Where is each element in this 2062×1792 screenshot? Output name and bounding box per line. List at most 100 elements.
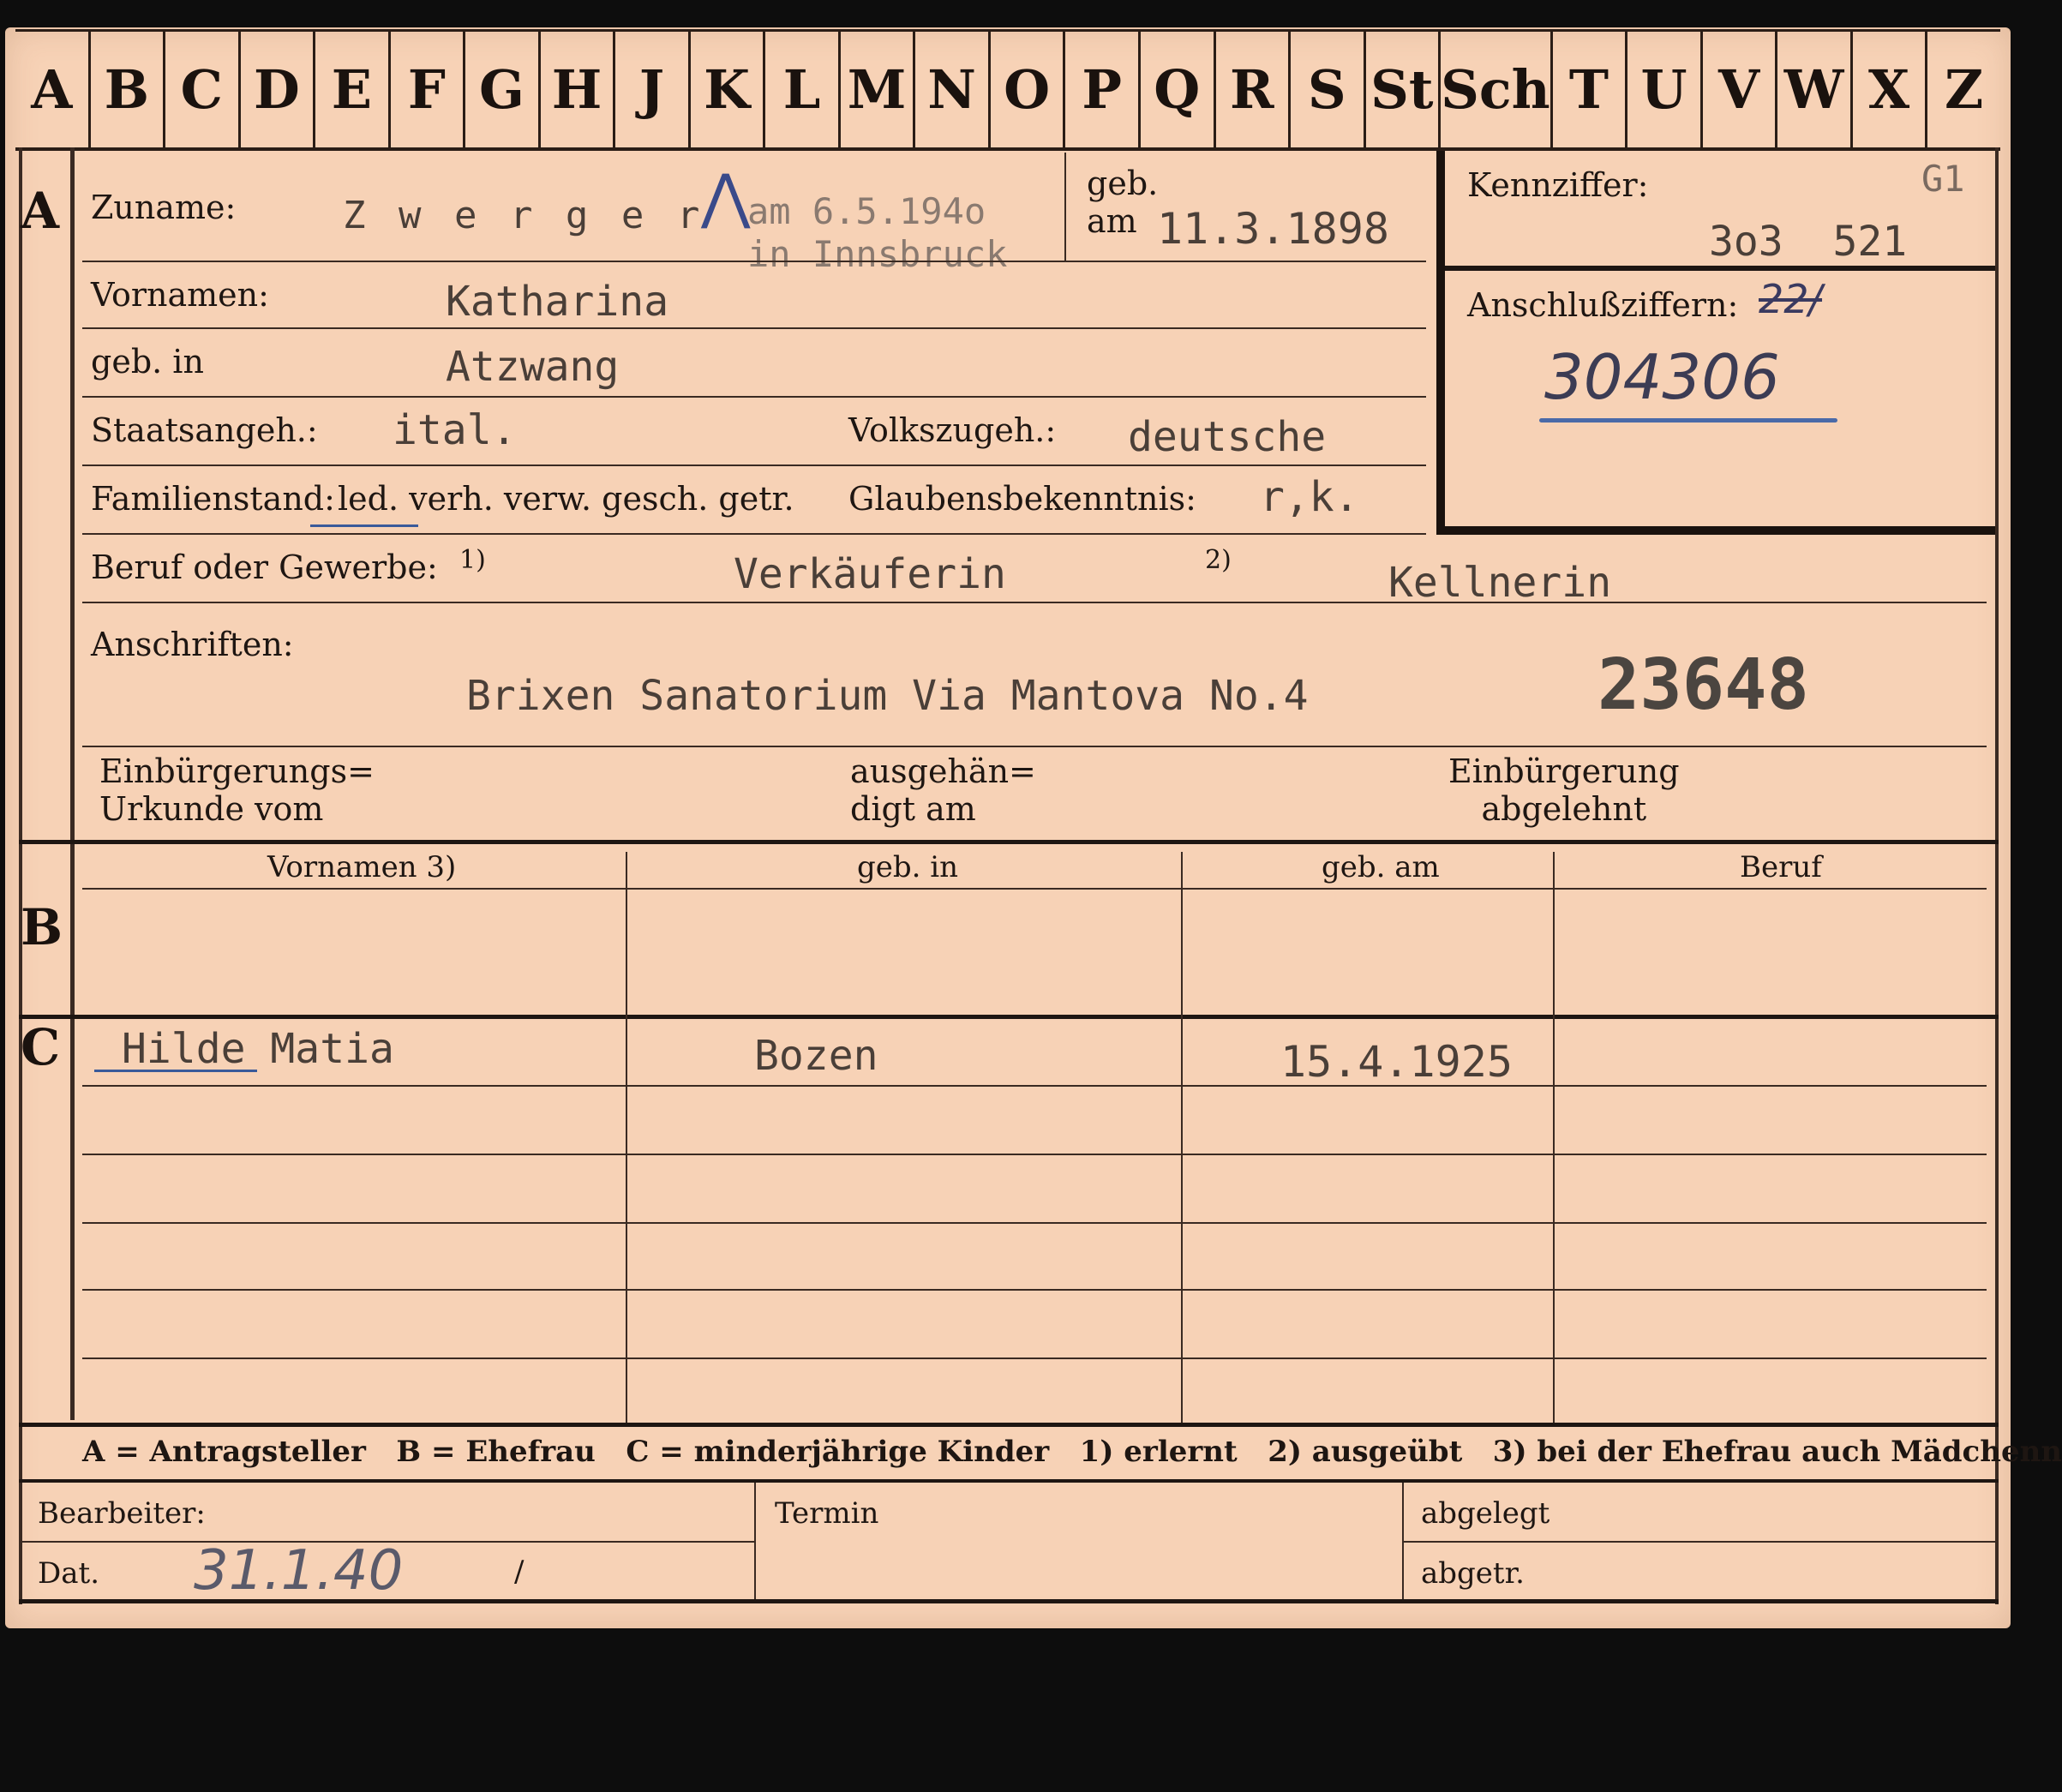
legend-text: A = Antragsteller B = Ehefrau C = minder… — [82, 1435, 2062, 1469]
footer-divider-1 — [754, 1483, 756, 1599]
rule-zuname — [82, 261, 1426, 262]
section-b-marker: B — [21, 898, 63, 956]
ausgehaendigt-line1: ausgehän= — [850, 752, 1036, 790]
rule-familienstand — [82, 533, 1426, 535]
ausgehaendigt-line2: digt am — [850, 790, 976, 828]
alphabet-tab: Sch — [1441, 32, 1553, 147]
zuname-value: Z w e r g e r — [343, 194, 705, 237]
alphabet-tab: S — [1291, 32, 1366, 147]
ink-caret-mark: ⋀ — [701, 161, 751, 231]
alphabet-tab-strip: A B C D E F G H J K L M N O P Q R S St Sch T U V W X Z — [15, 29, 2000, 151]
vornamen-label: Vornamen: — [91, 276, 269, 314]
alphabet-tab: St — [1366, 32, 1442, 147]
alphabet-tab: Z — [1944, 58, 1984, 121]
alphabet-tab: K — [691, 32, 766, 147]
geb-in-value: Atzwang — [446, 343, 620, 391]
alphabet-tab: E — [315, 32, 391, 147]
rule-geb-in — [82, 396, 1426, 398]
col-header-beruf: Beruf — [1740, 850, 1822, 884]
divider-c-legend — [19, 1423, 1999, 1427]
geb-am-label: am — [1087, 202, 1137, 240]
anschluss-underline — [1539, 418, 1837, 423]
kennziffer-value: 3o3 521 — [1709, 218, 1908, 266]
geb-in-label: geb. in — [91, 343, 204, 381]
divider-b-c — [19, 1015, 1999, 1019]
zuname-label: Zuname: — [91, 189, 237, 226]
alphabet-tab: D — [241, 32, 316, 147]
alphabet-tab: F — [391, 32, 466, 147]
beruf-value1: Verkäuferin — [734, 550, 1006, 598]
anschluss-value: 304306 — [1544, 341, 1780, 413]
child-name-underline — [94, 1070, 257, 1072]
staatsangeh-label: Staatsangeh.: — [91, 411, 318, 449]
geb-label: geb. — [1087, 165, 1159, 202]
beruf-note2: 2) — [1205, 545, 1232, 575]
anschriften-label: Anschriften: — [91, 626, 294, 663]
abgelegt-label: abgelegt — [1421, 1496, 1550, 1531]
alphabet-tab: J — [615, 32, 691, 147]
col-divider-1 — [626, 852, 627, 1423]
alphabet-tab: R — [1216, 32, 1292, 147]
alphabet-tab: O — [991, 32, 1066, 147]
col-divider-2 — [1181, 852, 1183, 1423]
alphabet-tab: H — [541, 32, 616, 147]
alphabet-tab: W — [1777, 32, 1853, 147]
beruf-note1: 1) — [459, 545, 486, 575]
stamp-number: 23648 — [1597, 644, 1809, 726]
dat-label: Dat. — [38, 1556, 100, 1591]
staatsangeh-value: ital. — [393, 406, 517, 454]
section-column-divider — [70, 147, 75, 1420]
volkszugeh-label: Volkszugeh.: — [848, 411, 1057, 449]
section-c-marker: C — [21, 1018, 61, 1076]
alphabet-tab: U — [1627, 32, 1703, 147]
child-vornamen: Hilde Matia — [122, 1025, 394, 1073]
col-divider-3 — [1553, 852, 1555, 1423]
alphabet-tab: N — [915, 32, 991, 147]
row-rule-1 — [82, 1085, 1987, 1087]
einbuergerungs-urkunde-label: Einbürgerungs= Urkunde vom — [99, 752, 375, 828]
divider-legend-footer — [19, 1479, 1999, 1483]
volkszugeh-value: deutsche — [1128, 413, 1327, 461]
col-header-geb-in: geb. in — [857, 850, 959, 884]
abgelehnt-line1: Einbürgerung — [1448, 752, 1680, 790]
familienstand-label: Familienstand: — [91, 480, 335, 518]
beruf-value2: Kellnerin — [1388, 559, 1612, 607]
row-rule-4 — [82, 1289, 1987, 1291]
alphabet-tab: T — [1553, 32, 1628, 147]
death-note-line1: am 6.5.194o — [747, 190, 986, 232]
anschluss-struck-value: 22/ — [1759, 276, 1823, 322]
alphabet-tab: G — [465, 32, 541, 147]
rule-vornamen — [82, 327, 1426, 329]
death-note-line2: in Innsbruck — [747, 233, 1008, 275]
einb-urkunde-line1: Einbürgerungs= — [99, 752, 375, 790]
frame-left — [19, 147, 22, 1604]
kennziffer-divider — [1445, 266, 1995, 271]
alphabet-tab: P — [1065, 32, 1141, 147]
header-rule — [82, 888, 1987, 890]
rule-anschriften — [82, 746, 1987, 747]
alphabet-tab: C — [165, 32, 241, 147]
alphabet-tab: Q — [1141, 32, 1216, 147]
alphabet-tab: L — [765, 32, 841, 147]
row-rule-2 — [82, 1154, 1987, 1155]
ausgehaendigt-label: ausgehän= digt am — [850, 752, 1036, 828]
rule-beruf — [82, 602, 1987, 603]
alphabet-tab: V — [1703, 32, 1778, 147]
dat-slash: / — [514, 1555, 524, 1589]
einbuergerung-abgelehnt-label: Einbürgerung abgelehnt — [1448, 752, 1680, 828]
kennziffer-label: Kennziffer: — [1467, 166, 1649, 204]
dat-value: 31.1.40 — [194, 1539, 404, 1603]
anschluss-label: Anschlußziffern: — [1467, 286, 1739, 324]
geb-box-divider — [1064, 153, 1066, 262]
einb-urkunde-line2: Urkunde vom — [99, 790, 324, 828]
alphabet-tab: X — [1853, 32, 1928, 147]
kennziffer-corner: G1 — [1921, 158, 1965, 200]
col-header-vornamen: Vornamen 3) — [267, 850, 457, 884]
familienstand-options: led. verh. verw. gesch. getr. — [338, 480, 794, 518]
glaubens-value: r,k. — [1260, 473, 1359, 521]
alphabet-tab: M — [841, 32, 916, 147]
glaubens-label: Glaubensbekenntnis: — [848, 480, 1196, 518]
col-header-geb-am: geb. am — [1322, 850, 1440, 884]
divider-a-b — [19, 840, 1999, 844]
anschrift-value: Brixen Sanatorium Via Mantova No.4 — [466, 672, 1309, 720]
